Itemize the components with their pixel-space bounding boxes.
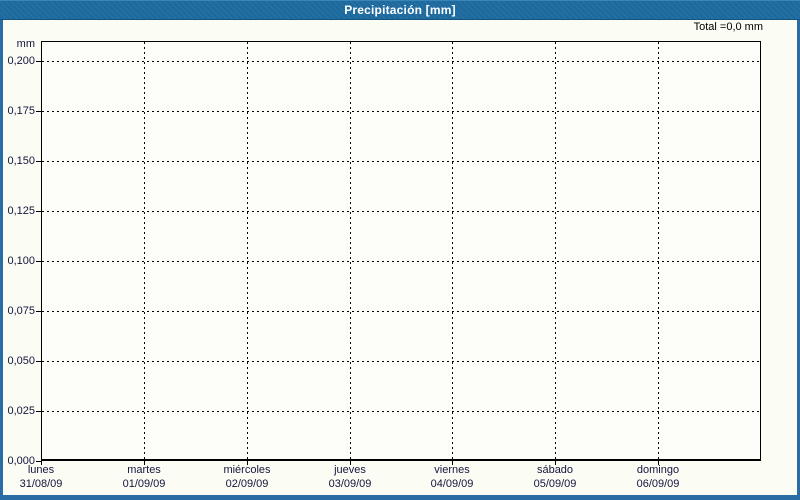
x-day-label: domingo 06/09/09 (607, 464, 709, 491)
total-value-label: Total =0,0 mm (693, 21, 763, 33)
horizontal-gridline (42, 61, 760, 62)
y-tick-label: 0,025 (7, 405, 35, 417)
x-day-label: lunes 31/08/09 (0, 464, 92, 491)
day-name: viernes (434, 464, 470, 476)
x-day-label: viernes 04/09/09 (401, 464, 503, 491)
y-tick-mark (36, 411, 41, 412)
horizontal-gridline (42, 161, 760, 162)
chart-title: Precipitación [mm] (344, 3, 456, 17)
day-date: 05/09/09 (533, 477, 577, 490)
horizontal-gridline (42, 111, 760, 112)
y-tick-mark (36, 261, 41, 262)
plot-area (41, 41, 761, 461)
y-tick-label: 0,200 (7, 55, 35, 67)
y-tick-label: 0,125 (7, 205, 35, 217)
y-tick-mark (36, 361, 41, 362)
x-day-label: miércoles 02/09/09 (196, 464, 298, 491)
y-tick-label: 0,150 (7, 155, 35, 167)
horizontal-gridline (42, 261, 760, 262)
vertical-gridline (555, 42, 556, 459)
chart-window: Precipitación [mm] Total =0,0 mm mm 0,20… (0, 0, 800, 500)
day-name: martes (127, 464, 161, 476)
day-name: domingo (636, 464, 680, 476)
y-tick-label: 0,050 (7, 355, 35, 367)
day-name: miércoles (223, 464, 271, 476)
y-tick-label: 0,075 (7, 305, 35, 317)
vertical-gridline (144, 42, 145, 459)
y-tick-mark (36, 211, 41, 212)
horizontal-gridline (42, 311, 760, 312)
vertical-gridline (452, 42, 453, 459)
y-axis-unit-label: mm (16, 38, 35, 50)
y-tick-mark (36, 111, 41, 112)
y-tick-mark (36, 61, 41, 62)
day-date: 02/09/09 (225, 477, 269, 490)
day-date: 31/08/09 (19, 477, 63, 490)
day-name: jueves (334, 464, 366, 476)
day-date: 06/09/09 (636, 477, 680, 490)
chart-title-bar: Precipitación [mm] (0, 0, 800, 20)
y-tick-mark (36, 161, 41, 162)
horizontal-gridline (42, 411, 760, 412)
day-date: 03/09/09 (328, 477, 372, 490)
day-name: sábado (536, 464, 574, 476)
x-day-label: jueves 03/09/09 (299, 464, 401, 491)
vertical-gridline (658, 42, 659, 459)
day-date: 01/09/09 (122, 477, 166, 490)
horizontal-gridline (42, 361, 760, 362)
x-day-label: martes 01/09/09 (93, 464, 195, 491)
vertical-gridline (350, 42, 351, 459)
horizontal-gridline (42, 211, 760, 212)
x-day-label: sábado 05/09/09 (504, 464, 606, 491)
y-tick-label: 0,100 (7, 255, 35, 267)
y-tick-label: 0,175 (7, 105, 35, 117)
vertical-gridline (247, 42, 248, 459)
y-tick-mark (36, 311, 41, 312)
day-name: lunes (27, 464, 55, 476)
day-date: 04/09/09 (430, 477, 474, 490)
window-border-bottom (0, 495, 800, 500)
